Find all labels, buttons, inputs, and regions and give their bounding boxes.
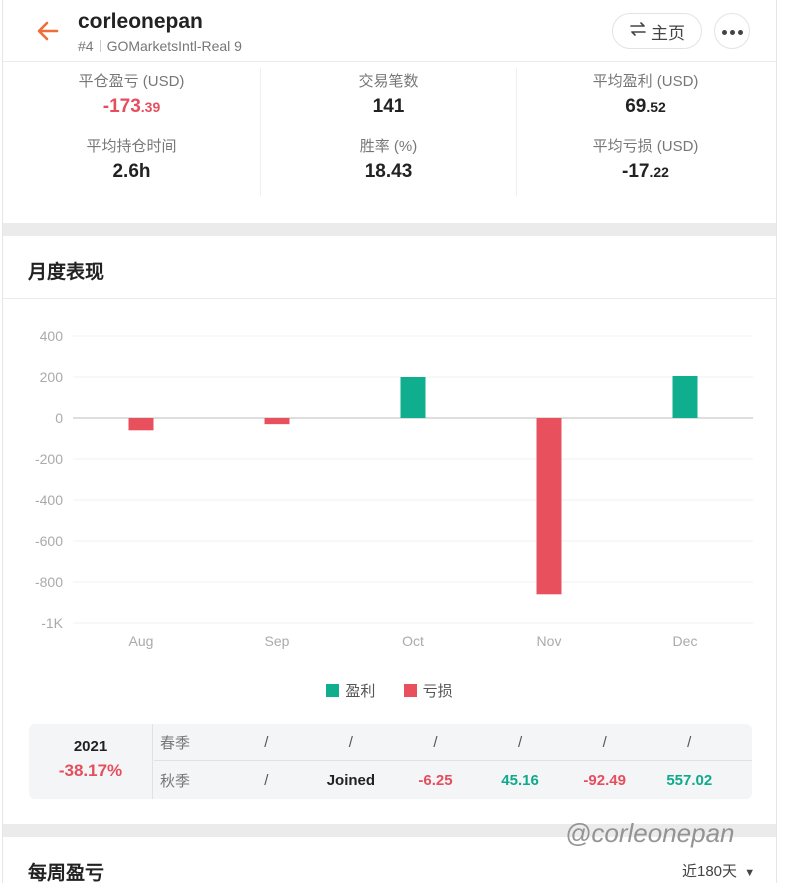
season-cell: -92.49	[583, 772, 626, 789]
stat-label: 交易笔数	[358, 73, 419, 90]
season-cell: /	[602, 733, 607, 751]
legend-swatch-loss	[403, 684, 417, 697]
season-cell: -6.25	[418, 772, 453, 789]
range-dropdown-label: 近180天	[682, 863, 738, 880]
legend-item-profit[interactable]: 盈利	[326, 680, 375, 701]
stat-label: 平均盈利 (USD)	[592, 73, 699, 90]
range-dropdown[interactable]: 近180天 ▼	[682, 860, 755, 881]
more-dots-icon	[720, 22, 744, 40]
stat-value: -17.22	[622, 161, 669, 182]
stat-value: -173.39	[102, 96, 161, 117]
monthly-performance-title: 月度表现	[28, 262, 105, 283]
stat-label: 平均亏损 (USD)	[592, 138, 699, 155]
stat-win-rate: 胜率 (%) 18.43	[261, 135, 516, 183]
stat-value: 69.52	[625, 96, 666, 117]
trader-subtitle: #4 GOMarketsIntl-Real 9	[78, 38, 242, 54]
stats-column-2: 交易笔数 141 胜率 (%) 18.43	[260, 68, 517, 196]
monthly-bar-chart: 400 200 0 -200 -400 -600 -800 -1K Aug Sep Oct Nov De…	[35, 328, 753, 649]
stat-closed-pnl: 平仓盈亏 (USD) -173.39	[3, 70, 260, 118]
season-cell: /	[517, 733, 523, 751]
page-frame: corleonepan #4 GOMarketsIntl-Real 9 主页 平仓…	[2, 0, 777, 883]
stat-avg-loss: 平均亏损 (USD) -17.22	[517, 135, 774, 183]
season-cell: 45.16	[501, 772, 539, 789]
season-cell: /	[264, 733, 269, 751]
bar-sep[interactable]	[264, 418, 290, 425]
year-label: 2021	[73, 738, 108, 755]
stat-avg-profit: 平均盈利 (USD) 69.52	[517, 70, 774, 118]
caret-down-icon: ▼	[744, 867, 756, 879]
watermark: @corleonepan	[565, 818, 735, 848]
stat-label: 平均持仓时间	[86, 138, 177, 155]
section-divider	[3, 298, 776, 299]
y-tick-label: -600	[35, 533, 63, 549]
monthly-chart: 400 200 0 -200 -400 -600 -800 -1K Aug Sep Oct Nov De…	[3, 300, 778, 720]
season-name: 春季	[160, 734, 191, 752]
trading-stats: 平仓盈亏 (USD) -173.39 平均持仓时间 2.6h 交易笔数 141 …	[3, 63, 776, 223]
season-name: 秋季	[160, 773, 191, 790]
stats-column-3: 平均盈利 (USD) 69.52 平均亏损 (USD) -17.22	[517, 68, 774, 196]
legend-item-loss[interactable]: 亏损	[403, 680, 453, 701]
year-return: -38.17%	[58, 761, 123, 780]
x-tick-label: Oct	[402, 633, 424, 649]
bar-dec[interactable]	[672, 375, 698, 418]
x-tick-label: Nov	[537, 633, 562, 649]
year-summary: 2021 -38.17%	[29, 724, 153, 799]
rank-label: #4	[78, 38, 94, 54]
stat-value: 18.43	[364, 161, 413, 182]
stat-trade-count: 交易笔数 141	[261, 70, 516, 118]
season-cell: /	[348, 733, 353, 751]
season-cell: /	[687, 733, 692, 751]
season-cell: /	[433, 733, 438, 751]
top-bar: corleonepan #4 GOMarketsIntl-Real 9 主页	[3, 0, 776, 62]
home-button-label: 主页	[651, 23, 685, 43]
more-options-button[interactable]	[714, 13, 750, 49]
home-button[interactable]: 主页	[612, 13, 702, 49]
back-arrow-icon[interactable]	[33, 16, 63, 46]
season-row-autumn: 秋季 / Joined -6.25 45.16 -92.49 557.02	[154, 762, 752, 799]
legend-label: 亏损	[422, 683, 453, 700]
chart-legend: 盈利 亏损	[3, 680, 776, 701]
x-tick-label: Sep	[265, 633, 290, 649]
y-tick-label: 400	[40, 328, 64, 344]
stats-column-1: 平仓盈亏 (USD) -173.39 平均持仓时间 2.6h	[3, 68, 260, 196]
stat-value: 141	[372, 96, 405, 117]
season-row-spring: 春季 / / / / / /	[154, 724, 752, 761]
bar-aug[interactable]	[128, 418, 154, 431]
y-tick-label: -200	[35, 451, 63, 467]
trader-name: corleonepan	[78, 10, 203, 33]
weekly-pnl-title: 每周盈亏	[28, 863, 105, 883]
y-tick-label: 200	[40, 369, 64, 385]
y-tick-label: 0	[55, 410, 63, 426]
x-tick-label: Dec	[673, 633, 698, 649]
stat-avg-hold-time: 平均持仓时间 2.6h	[3, 135, 260, 183]
section-separator	[3, 223, 776, 236]
y-tick-label: -1K	[41, 615, 63, 631]
legend-swatch-profit	[326, 684, 340, 697]
stat-label: 平仓盈亏 (USD)	[78, 73, 185, 90]
y-tick-label: -800	[35, 574, 63, 590]
switch-icon	[629, 21, 647, 42]
legend-label: 盈利	[345, 683, 376, 700]
season-performance-table: 2021 -38.17% 春季 / / / / / / 秋季 / Joined …	[29, 724, 752, 799]
season-cell: 557.02	[666, 772, 713, 789]
bar-nov[interactable]	[536, 418, 562, 595]
y-tick-label: -400	[35, 492, 63, 508]
season-cell: /	[264, 772, 269, 789]
stat-value: 2.6h	[112, 161, 151, 182]
season-cell-joined: Joined	[326, 772, 376, 789]
bar-oct[interactable]	[400, 377, 426, 418]
subtitle-divider	[99, 40, 101, 52]
x-tick-label: Aug	[129, 633, 154, 649]
stat-label: 胜率 (%)	[359, 138, 418, 155]
account-label: GOMarketsIntl-Real 9	[106, 38, 242, 54]
